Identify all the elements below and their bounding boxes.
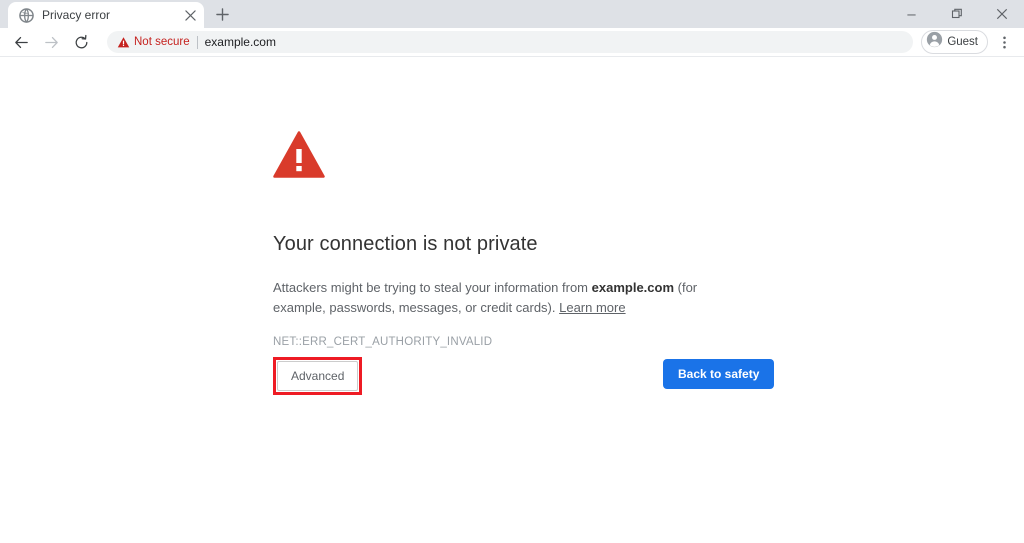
warning-triangle-icon xyxy=(273,131,325,179)
back-button[interactable] xyxy=(7,28,35,56)
tab-strip: Privacy error xyxy=(0,0,1024,28)
reload-button[interactable] xyxy=(67,28,95,56)
browser-tab[interactable]: Privacy error xyxy=(8,2,204,28)
close-icon[interactable] xyxy=(180,5,200,25)
back-to-safety-button[interactable]: Back to safety xyxy=(663,359,775,389)
close-button[interactable] xyxy=(979,0,1024,28)
interstitial-actions: Advanced Back to safety xyxy=(273,357,873,397)
page-content: Your connection is not private Attackers… xyxy=(0,57,1024,543)
url-text[interactable]: example.com xyxy=(205,35,276,49)
forward-button[interactable] xyxy=(37,28,65,56)
account-circle-icon xyxy=(926,31,943,53)
maximize-button[interactable] xyxy=(934,0,979,28)
tab-title: Privacy error xyxy=(42,8,111,22)
advanced-button-highlight: Advanced xyxy=(273,357,363,395)
error-description: Attackers might be trying to steal your … xyxy=(273,278,728,318)
warning-triangle-icon[interactable] xyxy=(117,36,130,49)
advanced-button[interactable]: Advanced xyxy=(277,361,359,391)
minimize-button[interactable] xyxy=(889,0,934,28)
new-tab-button[interactable] xyxy=(208,0,236,28)
browser-window: Privacy error Not secure example.com Gue… xyxy=(0,0,1024,543)
window-controls xyxy=(889,0,1024,28)
affected-domain: example.com xyxy=(591,280,675,295)
description-part-1: Attackers might be trying to steal your … xyxy=(273,280,592,295)
browser-toolbar: Not secure example.com Guest xyxy=(0,28,1024,57)
learn-more-link[interactable]: Learn more xyxy=(559,300,625,315)
omnibox-divider xyxy=(196,35,198,49)
security-status-text: Not secure xyxy=(134,36,190,48)
profile-label: Guest xyxy=(947,36,978,48)
error-code: NET::ERR_CERT_AUTHORITY_INVALID xyxy=(273,336,493,348)
chrome-menu-button[interactable] xyxy=(991,29,1017,55)
profile-button[interactable]: Guest xyxy=(921,30,988,54)
address-bar[interactable]: Not secure example.com xyxy=(107,31,914,53)
page-title: Your connection is not private xyxy=(273,233,538,255)
globe-icon xyxy=(18,7,34,23)
ssl-interstitial: Your connection is not private Attackers… xyxy=(273,131,873,348)
